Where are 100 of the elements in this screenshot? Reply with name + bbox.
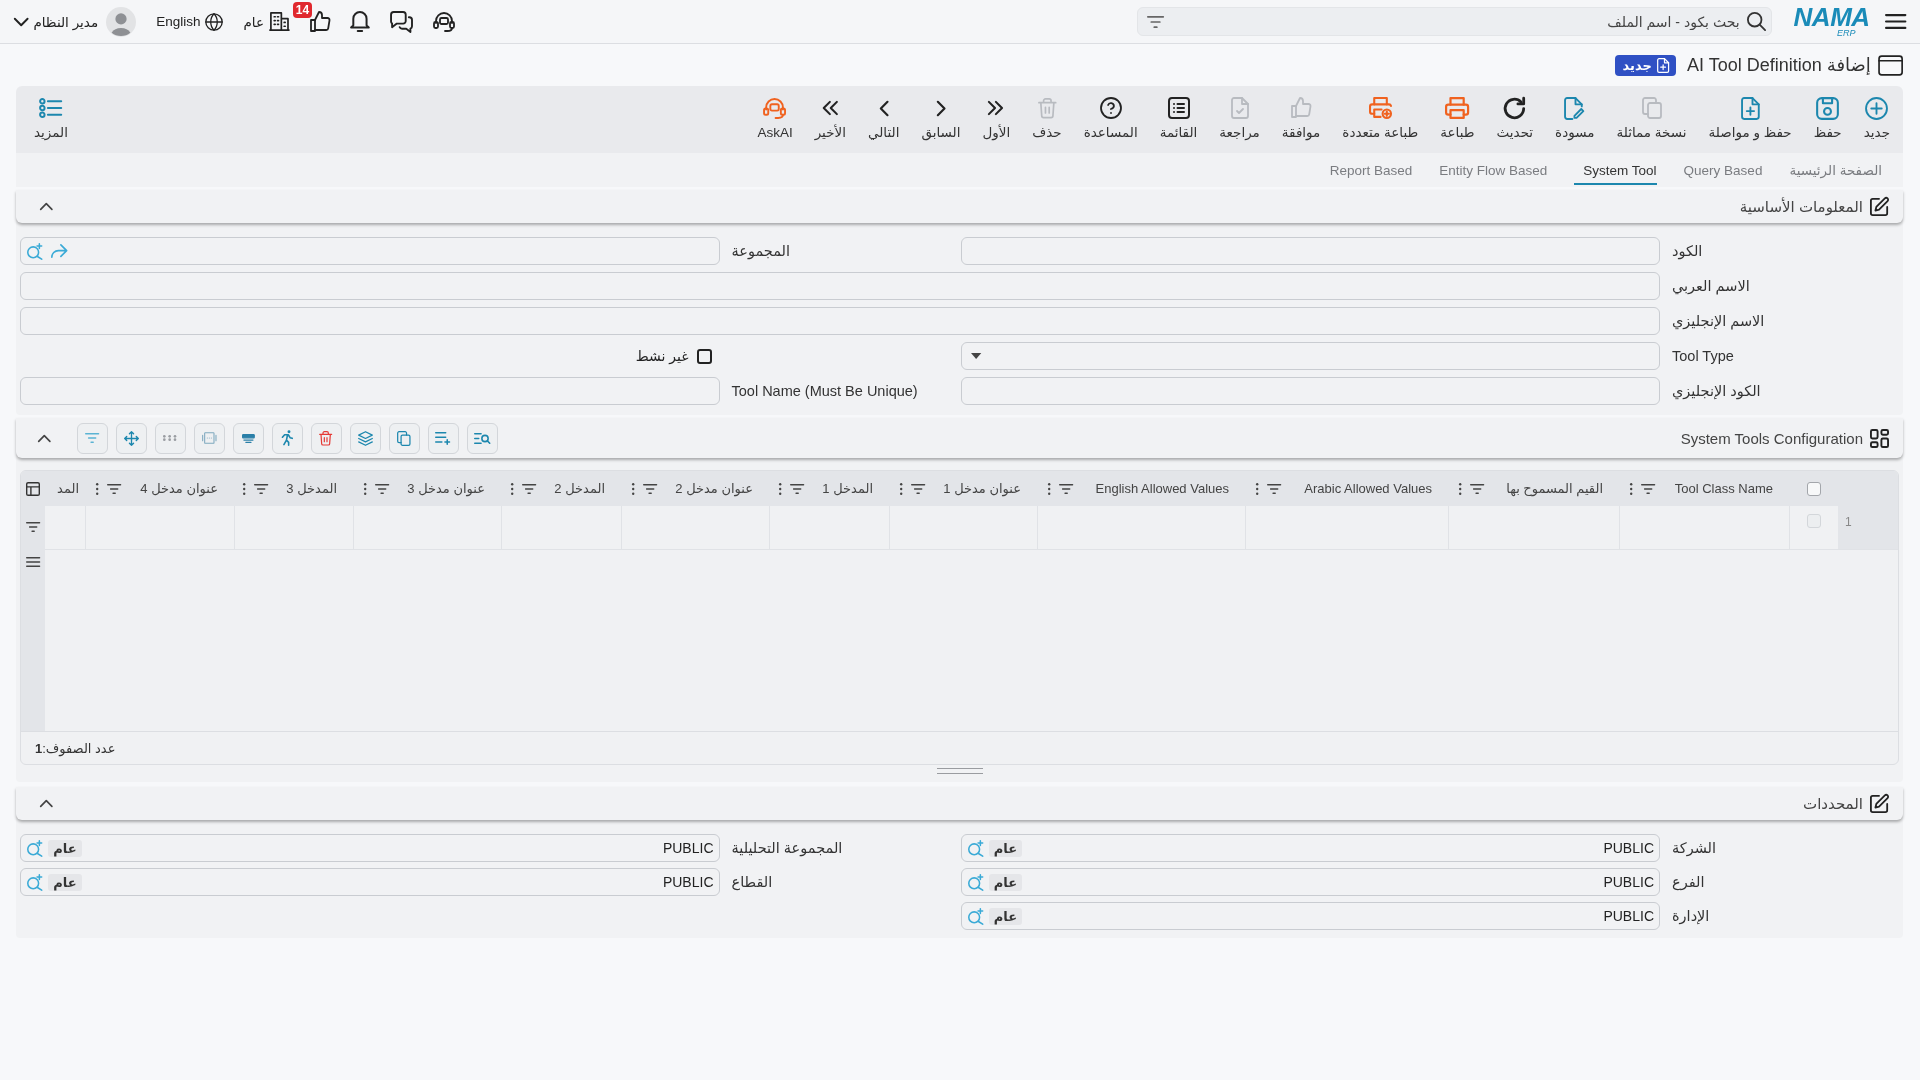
filter-icon[interactable] [375, 483, 390, 494]
filter-icon[interactable] [911, 483, 926, 494]
filter-icon[interactable] [1470, 483, 1485, 494]
kebab-menu-icon[interactable] [778, 482, 782, 495]
search-field[interactable]: بحث بكود - اسم الملف [1136, 7, 1772, 36]
dashboard-grid-icon [1870, 428, 1889, 448]
chevron-up-icon[interactable] [40, 800, 53, 807]
caret-down-icon[interactable] [970, 353, 981, 359]
add-row-button[interactable] [427, 422, 459, 454]
delete-row-button[interactable] [310, 422, 342, 454]
headset-icon[interactable] [432, 11, 455, 32]
column-header[interactable]: عنوان مدخل 1 [943, 481, 1021, 496]
bell-icon[interactable] [349, 11, 370, 32]
value-tag: عام [48, 873, 82, 891]
column-header[interactable]: Arabic Allowed Values [1304, 481, 1432, 496]
tab[interactable]: Entity Flow Based [1439, 154, 1548, 185]
edit-icon [1870, 197, 1889, 216]
copy-icon [1641, 97, 1662, 119]
kebab-menu-icon[interactable] [1630, 482, 1633, 495]
ask-ai-button[interactable]: AskAI [746, 96, 804, 141]
filter-icon[interactable] [790, 483, 805, 494]
user-name[interactable]: مدير النظام [33, 13, 99, 30]
filter-icon[interactable] [643, 483, 658, 494]
kebab-menu-icon[interactable] [1048, 482, 1051, 495]
column-header[interactable]: Tool Class Name [1674, 481, 1773, 496]
filter-icon[interactable] [1641, 483, 1656, 494]
next-button[interactable]: التالي [856, 96, 911, 141]
text-field[interactable] [960, 377, 1660, 405]
text-field[interactable] [20, 377, 720, 405]
previous-button[interactable]: السابق [910, 96, 972, 141]
row-checkbox[interactable] [1807, 514, 1821, 528]
filter-icon[interactable] [25, 522, 41, 532]
filter-icon[interactable] [107, 483, 122, 494]
save-continue-button[interactable]: حفظ و مواصلة [1697, 96, 1803, 141]
tab[interactable]: الصفحة الرئيسية [1789, 154, 1882, 185]
table-icon[interactable] [26, 481, 40, 496]
kebab-menu-icon[interactable] [1459, 482, 1462, 495]
run-button[interactable] [271, 422, 303, 454]
chat-icon[interactable] [389, 10, 413, 33]
multi-print-button[interactable]: طباعة متعددة [1331, 96, 1430, 141]
column-header[interactable]: المد [57, 481, 79, 496]
last-button[interactable]: الأخير [803, 96, 857, 141]
status-text: جديد [1622, 57, 1652, 73]
refresh-button[interactable]: تحديث [1485, 96, 1545, 141]
first-button[interactable]: الأول [971, 96, 1022, 141]
filter-icon[interactable] [1267, 483, 1282, 494]
resize-handle[interactable] [936, 768, 983, 774]
column-header[interactable]: المدخل 3 [286, 481, 337, 496]
column-header[interactable]: English Allowed Values [1095, 481, 1229, 496]
checkbox[interactable] [696, 348, 712, 364]
tab[interactable]: Report Based [1329, 154, 1413, 185]
copy-button[interactable] [388, 422, 420, 454]
kebab-menu-icon[interactable] [510, 482, 514, 495]
column-header[interactable]: المدخل 1 [822, 481, 873, 496]
kebab-menu-icon[interactable] [899, 482, 903, 495]
thumbs-up-icon[interactable] [309, 10, 330, 33]
filter-icon[interactable] [1146, 16, 1164, 28]
tab[interactable]: System Tool [1574, 154, 1657, 185]
kebab-menu-icon[interactable] [96, 482, 99, 495]
menu-icon[interactable] [25, 557, 41, 567]
chevron-down-icon[interactable] [14, 17, 29, 26]
select-all-checkbox[interactable] [1806, 481, 1821, 496]
kebab-menu-icon[interactable] [1256, 482, 1259, 495]
column-header[interactable]: المدخل 2 [554, 481, 605, 496]
column-header[interactable]: عنوان مدخل 2 [675, 481, 753, 496]
column-header[interactable]: القيم المسموح بها [1506, 481, 1603, 496]
column-header[interactable]: عنوان مدخل 3 [407, 481, 485, 496]
search-rows-button[interactable] [466, 422, 498, 454]
chevron-up-icon[interactable] [40, 203, 53, 210]
menu-icon[interactable] [1884, 14, 1906, 29]
double-chevron-left-icon [822, 101, 839, 115]
column-header[interactable]: عنوان مدخل 4 [140, 481, 218, 496]
move-button[interactable] [115, 422, 147, 454]
select-field[interactable] [960, 342, 1660, 370]
stack-button[interactable] [232, 422, 264, 454]
filter-icon[interactable] [522, 483, 537, 494]
dots-button[interactable] [154, 422, 186, 454]
text-field[interactable] [20, 307, 1660, 335]
more-button[interactable]: المزيد [22, 96, 80, 141]
company-selector[interactable]: عام [243, 12, 290, 31]
save-button[interactable]: حفظ [1802, 96, 1853, 141]
kebab-menu-icon[interactable] [631, 482, 635, 495]
help-button[interactable]: المساعدة [1072, 96, 1149, 141]
chevron-left-icon [879, 100, 888, 116]
kebab-menu-icon[interactable] [363, 482, 367, 495]
language-selector[interactable]: English [156, 12, 224, 31]
list-button[interactable]: القائمة [1148, 96, 1209, 141]
print-button[interactable]: طباعة [1429, 96, 1486, 141]
avatar-icon[interactable] [106, 6, 137, 37]
text-field[interactable] [20, 272, 1660, 300]
new-button[interactable]: جديد [1852, 96, 1901, 141]
layers-button[interactable] [349, 422, 381, 454]
layers-icon [357, 430, 373, 446]
text-field[interactable] [960, 237, 1660, 265]
filter-icon[interactable] [1059, 483, 1074, 494]
draft-button[interactable]: مسودة [1544, 96, 1606, 141]
tab[interactable]: Query Based [1683, 154, 1763, 185]
kebab-menu-icon[interactable] [242, 482, 246, 495]
chevron-up-icon[interactable] [38, 434, 51, 442]
filter-icon[interactable] [254, 483, 269, 494]
